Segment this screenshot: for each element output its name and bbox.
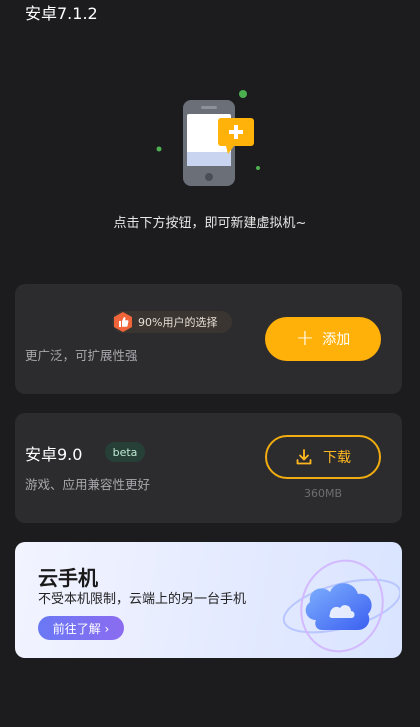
popularity-badge-label: 90%用户的选择 [138, 316, 218, 329]
new-phone-illustration-icon [156, 90, 260, 186]
add-button[interactable]: + 添加 [265, 317, 381, 361]
add-button-label: 添加 [322, 332, 351, 348]
download-button[interactable]: 下载 [265, 435, 381, 479]
plus-icon: + [295, 326, 315, 351]
android-7-title: 安卓7.1.2 [25, 4, 98, 23]
cloud-phone-title: 云手机 [38, 566, 98, 590]
android-9-subtitle: 游戏、应用兼容性更好 [25, 477, 151, 492]
android-7-subtitle: 更广泛，可扩展性强 [25, 348, 138, 363]
download-size: 360MB [303, 487, 343, 500]
create-vm-hint: 点击下方按钮，即可新建虚拟机~ [113, 216, 307, 231]
download-button-label: 下载 [323, 450, 351, 466]
decor-dot-icon [256, 166, 260, 170]
cloud-phone-subtitle: 不受本机限制，云端上的另一台手机 [38, 592, 247, 607]
popularity-badge: 90%用户的选择 [112, 311, 232, 333]
decor-dot-icon [239, 90, 247, 98]
thumbs-up-icon [112, 311, 134, 333]
download-icon [296, 449, 312, 465]
learn-more-button[interactable]: 前往了解 › [38, 616, 124, 640]
beta-tag: beta [105, 442, 145, 462]
hero-section: 点击下方按钮，即可新建虚拟机~ [0, 0, 420, 260]
android-9-title: 安卓9.0 [25, 445, 83, 464]
cloud-phone-icon [282, 559, 400, 653]
decor-dot-icon [156, 146, 162, 152]
